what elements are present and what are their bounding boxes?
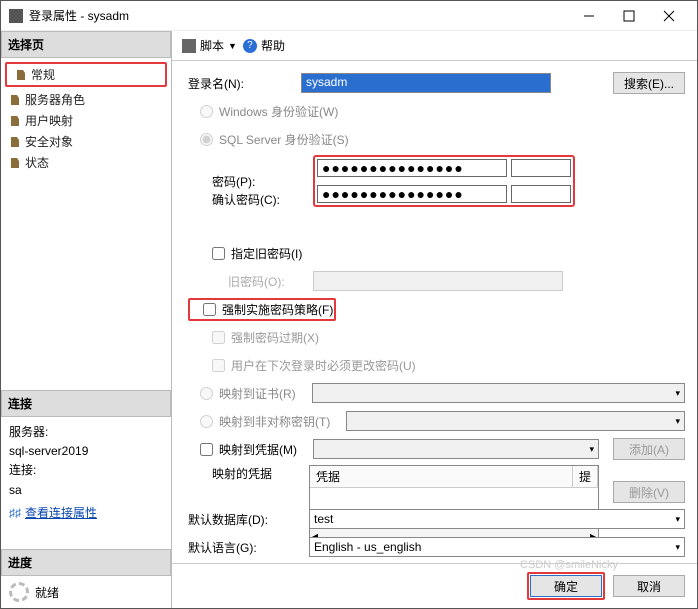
login-name-label: 登录名(N): [188, 75, 293, 92]
nav-item-general[interactable]: 常规 [5, 62, 167, 87]
select-page-header: 选择页 [1, 31, 171, 58]
default-db-label: 默认数据库(D): [188, 511, 293, 528]
cred-col-1: 凭据 [310, 466, 573, 487]
confirm-password-extra-input[interactable] [511, 185, 571, 203]
add-button: 添加(A) [613, 438, 685, 460]
old-password-label: 旧密码(O): [228, 273, 305, 290]
windows-auth-radio: Windows 身份验证(W) [188, 103, 338, 120]
map-asym-radio: 映射到非对称密钥(T) [188, 413, 330, 430]
password-input[interactable]: ●●●●●●●●●●●●●●● [317, 159, 507, 177]
enforce-policy-highlight: 强制实施密码策略(F) [188, 298, 336, 321]
footer: 确定 取消 [172, 563, 697, 608]
server-value: sql-server2019 [9, 442, 163, 461]
sql-auth-radio: SQL Server 身份验证(S) [188, 131, 349, 148]
toolbar: 脚本▼ ?帮助 [172, 31, 697, 61]
cred-col-2: 提 [573, 466, 598, 487]
nav-item-server-roles[interactable]: 服务器角色 [1, 89, 171, 110]
cred-combo[interactable]: ▾ [313, 439, 599, 459]
nav-list: 常规 服务器角色 用户映射 安全对象 状态 [1, 58, 171, 181]
script-icon [182, 39, 196, 53]
form-area: 登录名(N): sysadm 搜索(E)... Windows 身份验证(W) … [172, 61, 697, 563]
connection-header: 连接 [1, 390, 171, 417]
cancel-button[interactable]: 取消 [613, 575, 685, 597]
cred-list[interactable]: 凭据提 ◂▸ [309, 465, 599, 545]
password-highlight: ●●●●●●●●●●●●●●● ●●●●●●●●●●●●●●● [313, 155, 575, 207]
maximize-button[interactable] [609, 1, 649, 30]
app-icon [9, 9, 23, 23]
login-name-input[interactable]: sysadm [301, 73, 551, 93]
map-cert-radio: 映射到证书(R) [188, 385, 296, 402]
cert-combo: ▾ [312, 383, 685, 403]
search-button[interactable]: 搜索(E)... [613, 72, 685, 94]
nav-item-user-mapping[interactable]: 用户映射 [1, 110, 171, 131]
password-label: 密码(P): [212, 173, 305, 190]
enforce-expiration-check: 强制密码过期(X) [188, 329, 319, 346]
minimize-button[interactable] [569, 1, 609, 30]
must-change-check: 用户在下次登录时必须更改密码(U) [188, 357, 416, 374]
view-connection-properties-link[interactable]: 查看连接属性 [25, 504, 97, 523]
conn-value: sa [9, 481, 163, 500]
title-bar: 登录属性 - sysadm [1, 1, 697, 31]
progress-header: 进度 [1, 549, 171, 576]
connection-icon: ♯♯ [9, 504, 21, 523]
watermark: CSDN @smileNicky [520, 559, 618, 571]
nav-item-securables[interactable]: 安全对象 [1, 131, 171, 152]
default-lang-label: 默认语言(G): [188, 539, 293, 556]
conn-label: 连接: [9, 461, 163, 480]
nav-item-status[interactable]: 状态 [1, 152, 171, 173]
help-icon: ? [243, 39, 257, 53]
specify-old-password-check[interactable]: 指定旧密码(I) [188, 245, 302, 262]
default-lang-combo[interactable]: English - us_english▾ [309, 537, 685, 557]
left-panel: 选择页 常规 服务器角色 用户映射 安全对象 状态 连接 服务器: sql-se… [1, 31, 171, 608]
close-button[interactable] [649, 1, 689, 30]
right-panel: 脚本▼ ?帮助 登录名(N): sysadm 搜索(E)... Windows … [171, 31, 697, 608]
ok-button[interactable]: 确定 [530, 575, 602, 597]
window-title: 登录属性 - sysadm [29, 7, 569, 24]
progress-block: 就绪 [1, 576, 171, 608]
progress-status: 就绪 [35, 584, 59, 601]
ok-highlight: 确定 [527, 572, 605, 600]
password-extra-input[interactable] [511, 159, 571, 177]
help-button[interactable]: ?帮助 [243, 37, 285, 54]
mapped-cred-label: 映射的凭据 [188, 465, 293, 482]
script-button[interactable]: 脚本▼ [182, 37, 237, 54]
asym-combo: ▾ [346, 411, 685, 431]
confirm-password-input[interactable]: ●●●●●●●●●●●●●●● [317, 185, 507, 203]
server-label: 服务器: [9, 423, 163, 442]
default-db-combo[interactable]: test▾ [309, 509, 685, 529]
enforce-policy-check[interactable]: 强制实施密码策略(F) [191, 301, 333, 318]
connection-block: 服务器: sql-server2019 连接: sa ♯♯ 查看连接属性 [1, 417, 171, 529]
progress-spinner-icon [9, 582, 29, 602]
old-password-input [313, 271, 563, 291]
map-cred-check[interactable]: 映射到凭据(M) [188, 441, 297, 458]
delete-button: 删除(V) [613, 481, 685, 503]
